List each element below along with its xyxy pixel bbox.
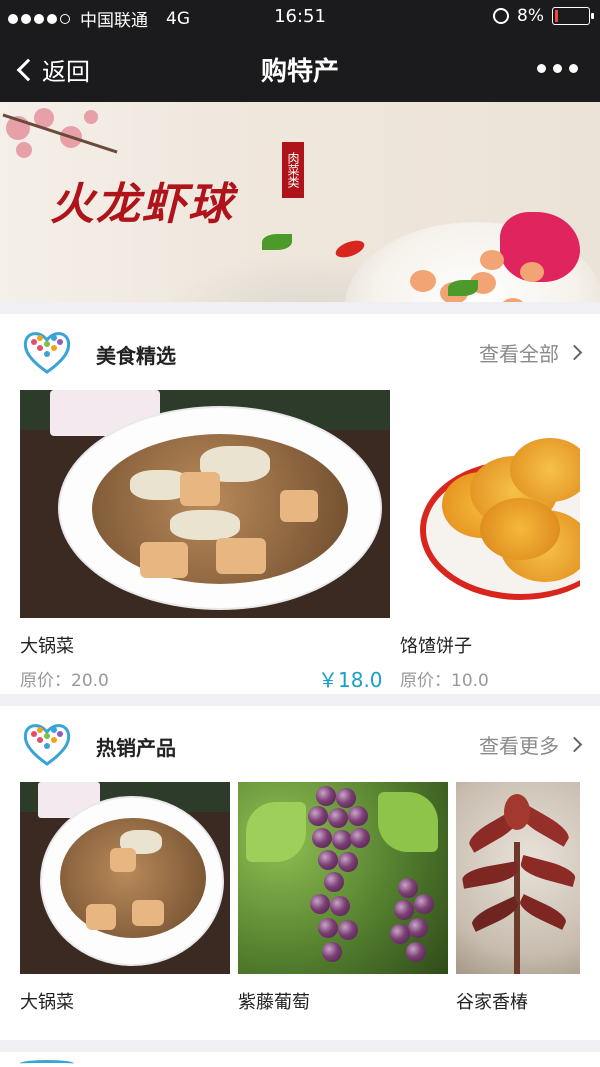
view-more-label: 查看更多 [479, 734, 559, 758]
original-price: 原价：20.0 [20, 671, 109, 691]
battery-percent: 8% [517, 6, 544, 26]
page-title: 购特产 [260, 57, 339, 87]
battery-icon [552, 7, 594, 25]
chevron-right-icon [566, 736, 583, 753]
hot-header: 热销产品 查看更多 [0, 706, 600, 782]
featured-title: 美食精选 [96, 344, 176, 368]
next-section [0, 1052, 600, 1067]
heart-logo-icon [23, 724, 71, 766]
promo-banner[interactable]: 火龙虾球 肉菜类 [0, 102, 600, 302]
view-more-link[interactable]: 查看更多 [479, 730, 583, 759]
product-card-image[interactable] [400, 390, 580, 618]
featured-section: 美食精选 查看全部 大锅菜 原价：20.0 ￥18.0 饹馇饼子 原价：10.0 [0, 314, 600, 694]
heart-logo-icon [20, 1060, 74, 1067]
banner-seal: 肉菜类 [282, 142, 304, 198]
featured-header: 美食精选 查看全部 [0, 314, 600, 390]
original-price: 原价：10.0 [400, 671, 489, 691]
heart-logo-icon [23, 332, 71, 374]
product-name[interactable]: 大锅菜 [20, 988, 74, 1014]
product-card-image[interactable] [20, 390, 390, 618]
product-card-image[interactable] [20, 782, 230, 974]
status-right: 8% [493, 6, 594, 26]
chevron-right-icon [566, 344, 583, 361]
product-card-image[interactable] [238, 782, 448, 974]
alarm-icon [493, 8, 510, 24]
product-card-image[interactable] [456, 782, 580, 974]
more-options-button[interactable] [537, 64, 578, 73]
product-name[interactable]: 紫藤葡萄 [238, 988, 310, 1014]
product-name[interactable]: 饹馇饼子 [400, 632, 472, 658]
product-name[interactable]: 谷家香椿 [456, 988, 528, 1014]
view-all-link[interactable]: 查看全部 [479, 338, 583, 367]
status-bar: 中国联通 4G 16:51 8% [0, 0, 600, 34]
product-name[interactable]: 大锅菜 [20, 632, 74, 658]
hot-title: 热销产品 [96, 736, 176, 760]
hot-products-section: 热销产品 查看更多 大锅菜 紫藤葡萄 谷家香椿 [0, 706, 600, 1040]
nav-bar: 返回 购特产 [0, 34, 600, 102]
banner-headline: 火龙虾球 [50, 179, 234, 230]
view-all-label: 查看全部 [479, 342, 559, 366]
sale-price: ￥18.0 [318, 668, 383, 692]
